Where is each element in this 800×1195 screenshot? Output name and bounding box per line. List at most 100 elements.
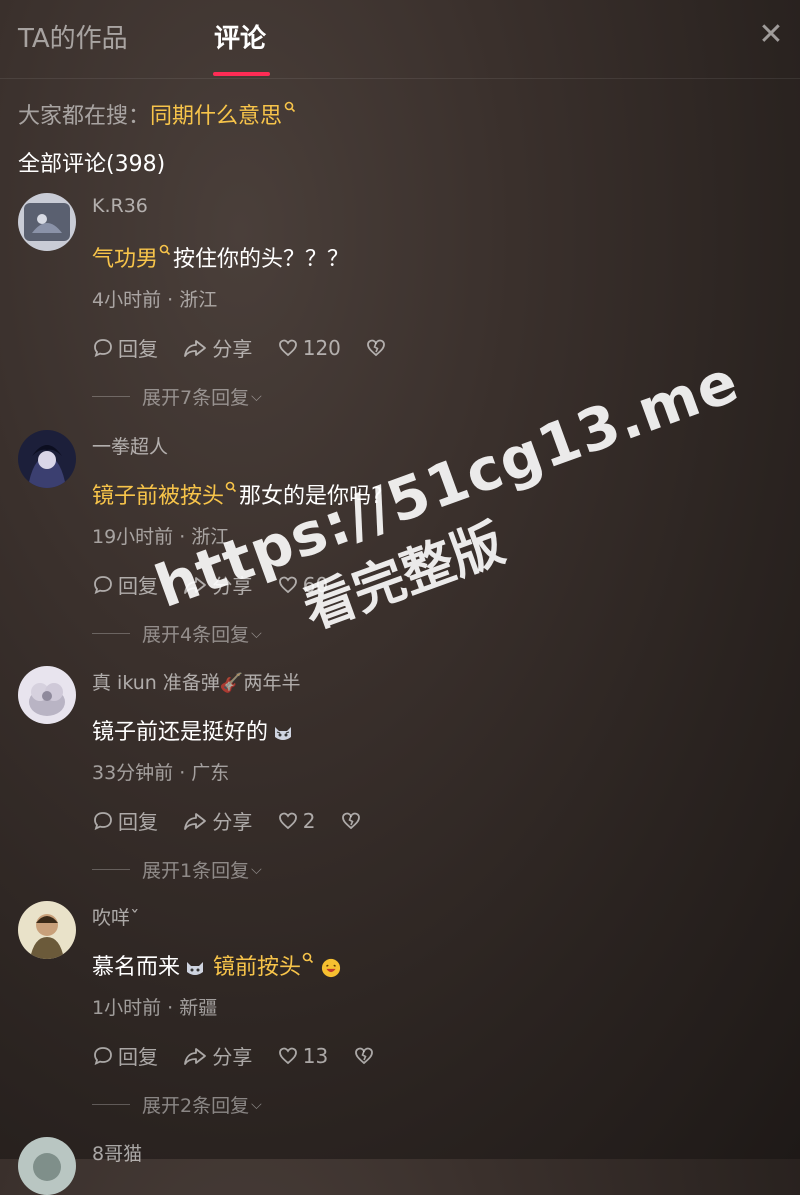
cat-emoji-icon [275,727,292,740]
comment-text-rest: 那女的是你吗? [239,484,383,509]
expand-replies-label: 展开2条回复 [142,1095,250,1117]
comment-username[interactable]: 一拳超人 [92,432,168,459]
like-count: 13 [302,1043,329,1068]
comment-text-rest: 镜子前还是挺好的 [92,720,269,745]
dislike-button[interactable] [353,1045,379,1067]
comment-username[interactable]: 吹咩ˇ [92,903,140,930]
comment-username[interactable]: 真 ikun 准备弹🎸两年半 [92,668,301,695]
like-button[interactable]: 13 [277,1044,328,1068]
avatar[interactable] [18,1137,76,1195]
active-tab-indicator [213,72,270,76]
comments-count-header: 全部评论(398) [18,152,166,177]
comment-meta: 33分钟前 · 广东 [92,762,230,784]
reply-button[interactable]: 回复 [92,333,158,362]
broken-heart-icon [341,812,360,829]
comment-actions: 回复 分享 60 [92,570,346,599]
share-label: 分享 [212,810,253,834]
trending-search-prefix: 大家都在搜： [18,104,151,129]
avatar[interactable] [18,193,76,251]
share-arrow-icon [184,576,207,594]
comment-search-link[interactable]: 镜前按头 [213,955,301,980]
search-icon [284,101,296,113]
avatar[interactable] [18,901,76,959]
expand-replies[interactable]: 展开2条回复 ⌵ [92,1091,262,1118]
dislike-button[interactable] [340,810,366,832]
heart-icon [278,576,297,593]
share-label: 分享 [212,337,253,361]
chevron-down-icon: ⌵ [251,388,262,405]
comment-search-link[interactable]: 气功男 [92,247,158,272]
tab-comments[interactable]: 评论 [214,18,266,55]
share-label: 分享 [212,1045,253,1069]
heart-icon [278,339,297,356]
top-tab-bar: TA的作品 评论 ✕ [0,0,800,79]
comment-text: 慕名而来 镜前按头 [92,949,342,981]
search-icon [159,244,171,256]
like-button[interactable]: 60 [277,573,328,597]
chat-bubble-icon [94,811,112,830]
heart-icon [278,812,297,829]
close-icon[interactable]: ✕ [754,18,788,52]
tab-works[interactable]: TA的作品 [18,18,128,55]
comment-username[interactable]: K.R36 [92,195,148,217]
heart-icon [278,1047,297,1064]
divider [92,1104,130,1105]
share-arrow-icon [184,1047,207,1065]
avatar[interactable] [18,666,76,724]
reply-label: 回复 [118,810,158,834]
reply-button[interactable]: 回复 [92,1041,158,1070]
comment-actions: 回复 分享 2 [92,806,384,835]
comment-text-rest: 慕名而来 [92,955,181,980]
reply-button[interactable]: 回复 [92,806,158,835]
reply-label: 回复 [118,337,158,361]
divider [92,869,130,870]
expand-replies-label: 展开7条回复 [142,387,250,409]
like-count: 2 [302,808,316,833]
comment-meta: 4小时前 · 浙江 [92,289,218,311]
avatar[interactable] [18,430,76,488]
share-arrow-icon [184,339,207,357]
chevron-down-icon: ⌵ [251,1096,262,1113]
share-button[interactable]: 分享 [182,333,252,362]
expand-replies[interactable]: 展开7条回复 ⌵ [92,383,262,410]
trending-search-term[interactable]: 同期什么意思 [150,104,282,129]
share-button[interactable]: 分享 [182,1041,252,1070]
chat-bubble-icon [94,1046,112,1065]
like-count: 60 [302,572,329,597]
comment-text-rest: 按住你的头？？？ [173,247,350,272]
search-icon [302,952,314,964]
comment-text: 镜子前还是挺好的 [92,714,294,746]
comment-username[interactable]: 8哥猫 [92,1139,142,1166]
chat-bubble-icon [94,575,112,594]
share-button[interactable]: 分享 [182,806,252,835]
reply-label: 回复 [118,574,158,598]
chat-bubble-icon [94,338,112,357]
like-button[interactable]: 2 [277,808,316,833]
share-label: 分享 [212,574,253,598]
like-button[interactable]: 120 [277,336,341,360]
comment-search-link[interactable]: 镜子前被按头 [92,484,224,509]
expand-replies-label: 展开1条回复 [142,860,250,882]
laughing-emoji-icon [321,958,341,978]
dislike-button[interactable] [365,337,391,359]
trending-search[interactable]: 大家都在搜：同期什么意思 [18,98,296,130]
broken-heart-icon [354,1047,373,1064]
reply-button[interactable]: 回复 [92,570,158,599]
comment-meta: 1小时前 · 新疆 [92,997,218,1019]
reply-label: 回复 [118,1045,158,1069]
like-count: 120 [302,335,341,360]
comment-text: 气功男 按住你的头？？？ [92,241,349,273]
divider [92,633,130,634]
comment-meta: 19小时前 · 浙江 [92,526,230,548]
cat-emoji-icon [187,962,204,975]
divider [92,396,130,397]
comment-actions: 回复 分享 120 [92,333,409,362]
share-button[interactable]: 分享 [182,570,252,599]
chevron-down-icon: ⌵ [251,861,262,878]
expand-replies[interactable]: 展开1条回复 ⌵ [92,856,262,883]
expand-replies-label: 展开4条回复 [142,624,250,646]
comment-text: 镜子前被按头 那女的是你吗? [92,478,383,510]
expand-replies[interactable]: 展开4条回复 ⌵ [92,620,262,647]
share-arrow-icon [184,812,207,830]
broken-heart-icon [367,339,386,356]
